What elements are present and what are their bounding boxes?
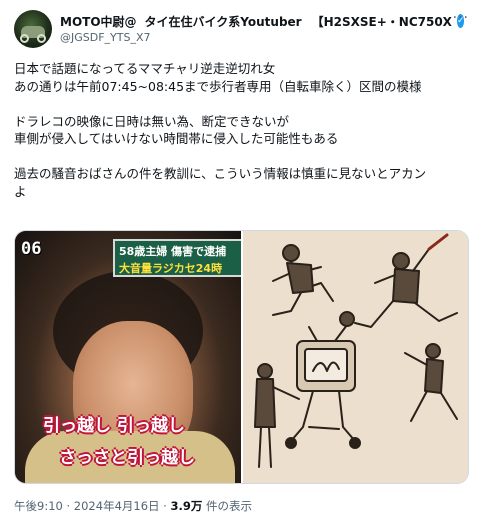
figure-head — [282, 244, 300, 262]
tweet-line: よ — [14, 183, 27, 199]
user-handle[interactable]: @JGSDF_YTS_X7 — [60, 31, 151, 44]
tweet-line — [14, 95, 469, 113]
display-name[interactable]: MOTO中尉@ タイ在住バイク系Youtuber 【H2SXSE+・NC750X… — [60, 12, 465, 30]
display-name-part[interactable]: MOTO中尉@ — [60, 13, 137, 30]
tweet-line: あの通りは午前07:45~08:45まで歩行者専用（自転車除く）区間の模様 — [14, 78, 422, 94]
tv-channel-number: 06 — [21, 239, 42, 259]
wheel-icon — [37, 34, 46, 43]
tweet-line: 日本で話題になってるママチャリ逆走逆切れ女 — [14, 61, 276, 76]
wheel-icon — [20, 34, 29, 43]
tweet-time[interactable]: 午後9:10 — [14, 499, 63, 513]
tweet-line — [14, 148, 469, 166]
figure-body — [424, 358, 444, 394]
tv-subtitle-line-1: 引っ越し 引っ越し — [43, 416, 185, 436]
meta-separator: · — [66, 499, 71, 513]
illustration-image[interactable] — [241, 231, 468, 483]
display-name-part[interactable]: 【H2SXSE+・NC750X — [312, 13, 452, 30]
tv-caption-bottom: 大音量ラジカセ24時 — [119, 262, 223, 275]
figure-head — [339, 311, 355, 327]
tweet-header: MOTO中尉@ タイ在住バイク系Youtuber 【H2SXSE+・NC750X… — [14, 10, 469, 52]
tv-screenshot-image[interactable]: 06 58歳主婦 傷害で逮捕 大音量ラジカセ24時 引っ越し 引っ越し さっさと… — [15, 231, 241, 483]
tv-stand — [290, 390, 356, 442]
figure-body — [392, 268, 420, 304]
tweet-date[interactable]: 2024年4月16日 — [74, 499, 160, 513]
tv-antenna — [308, 324, 348, 342]
figure-body — [286, 262, 314, 294]
views-count: 3.9万 — [170, 499, 203, 513]
tweet-line: 車側が侵入してはいけない時間帯に侵入した可能性もある — [14, 131, 339, 146]
figure-head — [257, 363, 273, 379]
illustration-drawing — [254, 233, 458, 468]
tv-screen — [304, 348, 348, 382]
meta-separator: · — [163, 499, 167, 513]
more-options-icon[interactable]: ··· — [453, 10, 469, 26]
avatar[interactable] — [14, 10, 52, 48]
tweet-line: ドラレコの映像に日時は無い為、断定できないが — [14, 113, 290, 129]
tweet-line: 過去の騒音おばさんの件を教訓に、こういう情報は慎重に見ないとアカン — [14, 166, 427, 181]
wheel-icon — [285, 437, 297, 449]
media-grid: 06 58歳主婦 傷害で逮捕 大音量ラジカセ24時 引っ越し 引っ越し さっさと… — [14, 230, 469, 484]
figure-head — [392, 252, 410, 270]
tweet-text: 日本で話題になってるママチャリ逆走逆切れ女 あの通りは午前07:45~08:45… — [14, 60, 469, 200]
figure-head — [425, 343, 441, 359]
tweet-meta: 午後9:10 · 2024年4月16日 · 3.9万 件の表示 — [14, 498, 252, 514]
wheel-icon — [349, 437, 361, 449]
tv-subtitle-line-2: さっさと引っ越し — [59, 448, 195, 468]
views-label: 件の表示 — [206, 499, 253, 513]
display-name-part[interactable]: タイ在住バイク系Youtuber — [145, 13, 302, 30]
knife-icon — [427, 233, 449, 251]
figure-body — [254, 378, 276, 428]
tv-caption-top: 58歳主婦 傷害で逮捕 — [119, 245, 227, 258]
